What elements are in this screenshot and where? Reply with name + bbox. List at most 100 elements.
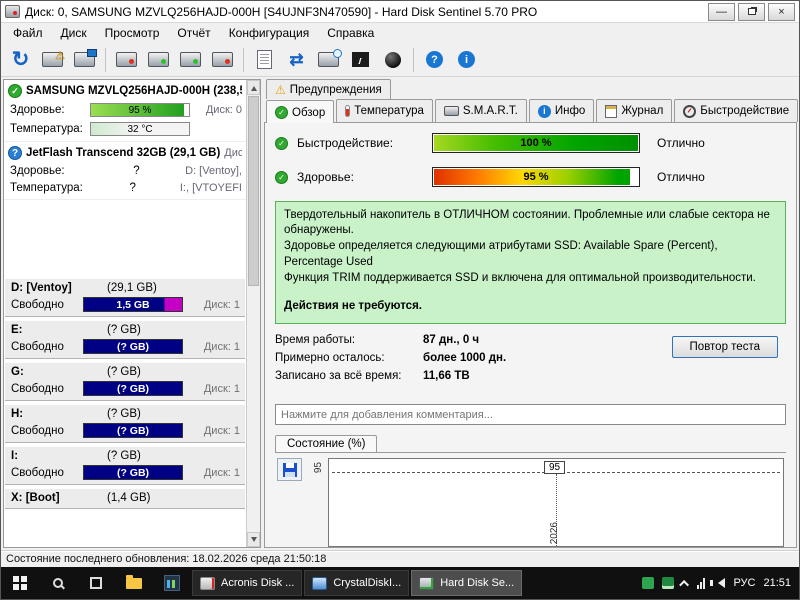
tab-performance[interactable]: Быстродействие bbox=[674, 99, 799, 122]
system-tray: РУС 21:51 bbox=[642, 567, 799, 599]
arrow-down-icon bbox=[250, 536, 257, 545]
menu-item-report[interactable]: Отчёт bbox=[168, 24, 219, 42]
about-button[interactable]: i bbox=[452, 46, 481, 74]
disk-monitor-button[interactable] bbox=[70, 46, 99, 74]
content-area: ✓ SAMSUNG MZVLQ256HAJD-000H (238,5 Здоро… bbox=[1, 77, 799, 550]
crystaldiskinfo-icon bbox=[312, 576, 328, 590]
main-panel: ⚠ Предупреждения ✓ Обзор Температура S.M… bbox=[264, 79, 799, 548]
folder-icon bbox=[126, 574, 142, 589]
chart-value-annotation: 95 bbox=[544, 461, 566, 475]
language-indicator[interactable]: РУС bbox=[733, 577, 755, 589]
partition-card-d[interactable]: D: [Ventoy] (29,1 GB) Свободно 1,5 GB Дис… bbox=[5, 278, 245, 317]
partition-card-g[interactable]: G: (? GB) Свободно (? GB) Диск: 1 bbox=[5, 362, 245, 401]
sync-button[interactable]: ⇄ bbox=[282, 46, 311, 74]
crystaldiskinfo-tray-button[interactable] bbox=[153, 567, 191, 599]
check-icon: ✓ bbox=[275, 170, 288, 184]
info-icon: i bbox=[458, 51, 475, 68]
partition-card-e[interactable]: E: (? GB) Свободно (? GB) Диск: 1 bbox=[5, 320, 245, 359]
warning-icon: ⚠ bbox=[275, 82, 286, 97]
menu-item-configuration[interactable]: Конфигурация bbox=[220, 24, 319, 42]
arrow-up-icon bbox=[250, 83, 257, 91]
disk-tool-3-button[interactable] bbox=[176, 46, 205, 74]
disk-warning-icon: ⚠ bbox=[42, 50, 65, 67]
tab-overview[interactable]: ✓ Обзор bbox=[266, 100, 335, 123]
sphere-button[interactable] bbox=[378, 46, 407, 74]
hdd-green-led2-icon bbox=[180, 52, 201, 67]
scroll-up-button[interactable] bbox=[247, 80, 260, 95]
menu-item-view[interactable]: Просмотр bbox=[96, 24, 169, 42]
temperature-label: Температура: bbox=[10, 182, 83, 194]
partition-card-h[interactable]: H: (? GB) Свободно (? GB) Диск: 1 bbox=[5, 404, 245, 443]
taskbar-search-button[interactable] bbox=[39, 567, 77, 599]
network-icon[interactable] bbox=[697, 577, 706, 589]
health-label: Здоровье: bbox=[10, 104, 65, 116]
disk-clock-button[interactable] bbox=[314, 46, 343, 74]
taskbar-clock[interactable]: 21:51 bbox=[763, 577, 791, 589]
lifetime-stats: Время работы: 87 дн., 0 ч Примерно остало… bbox=[275, 334, 615, 382]
disk-number: Диск: 0 bbox=[205, 104, 242, 116]
maximize-button[interactable] bbox=[738, 2, 765, 21]
titlebar[interactable]: Диск: 0, SAMSUNG MZVLQ256HAJD-000H [S4UJ… bbox=[1, 1, 799, 23]
tab-info[interactable]: i Инфо bbox=[528, 99, 595, 122]
disk-card-jetflash[interactable]: ? JetFlash Transcend 32GB (29,1 GB) Диск… bbox=[4, 142, 246, 200]
tab-temperature[interactable]: Температура bbox=[336, 99, 433, 122]
partition-card-i[interactable]: I: (? GB) Свободно (? GB) Диск: 1 bbox=[5, 446, 245, 485]
refresh-button[interactable]: ↻ bbox=[6, 46, 35, 74]
menu-item-disk[interactable]: Диск bbox=[52, 24, 96, 42]
crystaldiskinfo-icon bbox=[164, 575, 180, 591]
retest-button[interactable]: Повтор теста bbox=[671, 336, 778, 359]
scrollbar-thumb[interactable] bbox=[248, 96, 259, 286]
save-chart-button[interactable] bbox=[277, 458, 302, 482]
taskbar-app-acronis[interactable]: Acronis Disk ... bbox=[192, 570, 303, 596]
health-label: Здоровье: bbox=[297, 170, 354, 184]
menu-item-help[interactable]: Справка bbox=[318, 24, 383, 42]
temperature-label: Температура: bbox=[10, 123, 83, 135]
partition-hint: I:, [VTOYEFI bbox=[179, 182, 242, 194]
health-bar: 95 % bbox=[432, 167, 640, 187]
minimize-button[interactable]: — bbox=[708, 2, 735, 21]
free-space-bar: (? GB) bbox=[83, 381, 183, 396]
partition-card-x[interactable]: X: [Boot] (1,4 GB) bbox=[5, 488, 245, 509]
file-explorer-button[interactable] bbox=[115, 567, 153, 599]
temperature-bar: 32 °C bbox=[90, 122, 190, 136]
summary-line: Здоровье определяется следующими атрибут… bbox=[284, 240, 718, 268]
disk-warning-button[interactable]: ⚠ bbox=[38, 46, 67, 74]
tab-status-chart[interactable]: Состояние (%) bbox=[275, 435, 378, 453]
tray-expand-icon[interactable] bbox=[679, 579, 690, 590]
hard-disk-sentinel-window: Диск: 0, SAMSUNG MZVLQ256HAJD-000H [S4UJ… bbox=[0, 0, 800, 600]
tab-warnings[interactable]: ⚠ Предупреждения bbox=[266, 79, 391, 99]
disk-unknown-icon: ? bbox=[8, 146, 22, 160]
help-button[interactable]: ? bbox=[420, 46, 449, 74]
report-button[interactable] bbox=[250, 46, 279, 74]
taskbar-app-hdsentinel[interactable]: Hard Disk Se... bbox=[411, 570, 523, 596]
disk-card-samsung[interactable]: ✓ SAMSUNG MZVLQ256HAJD-000H (238,5 Здоро… bbox=[4, 80, 246, 142]
hdd-green-led-icon bbox=[148, 52, 169, 67]
start-button[interactable] bbox=[1, 567, 39, 599]
tray-chart-icon[interactable] bbox=[662, 577, 675, 589]
sidebar-scrollbar[interactable] bbox=[246, 80, 260, 547]
check-icon: ✓ bbox=[275, 136, 288, 150]
report-icon bbox=[257, 50, 272, 69]
taskbar-app-crystaldiskinfo[interactable]: CrystalDiskI... bbox=[304, 570, 410, 596]
tab-smart[interactable]: S.M.A.R.T. bbox=[434, 99, 527, 122]
y-axis-tick: 95 bbox=[313, 462, 324, 474]
disk-tool-4-button[interactable] bbox=[208, 46, 237, 74]
check-icon: ✓ bbox=[275, 106, 288, 119]
status-chart-plot: 95 2026 bbox=[328, 458, 784, 547]
sphere-icon bbox=[384, 51, 401, 68]
close-button[interactable]: × bbox=[768, 2, 795, 21]
chart-button[interactable] bbox=[346, 46, 375, 74]
disk-tool-1-button[interactable] bbox=[112, 46, 141, 74]
free-space-bar: (? GB) bbox=[83, 423, 183, 438]
task-view-button[interactable] bbox=[77, 567, 115, 599]
health-bar: 95 % bbox=[90, 103, 190, 117]
scroll-down-button[interactable] bbox=[247, 532, 260, 547]
disk-tool-2-button[interactable] bbox=[144, 46, 173, 74]
tray-app-icon[interactable] bbox=[642, 577, 655, 589]
tab-journal[interactable]: Журнал bbox=[596, 99, 673, 122]
comment-input[interactable] bbox=[275, 404, 786, 426]
overview-pane: ✓ Быстродействие: 100 % Отлично ✓ Здоров… bbox=[264, 122, 797, 548]
speaker-icon[interactable] bbox=[710, 578, 726, 588]
menu-item-file[interactable]: Файл bbox=[4, 24, 52, 42]
